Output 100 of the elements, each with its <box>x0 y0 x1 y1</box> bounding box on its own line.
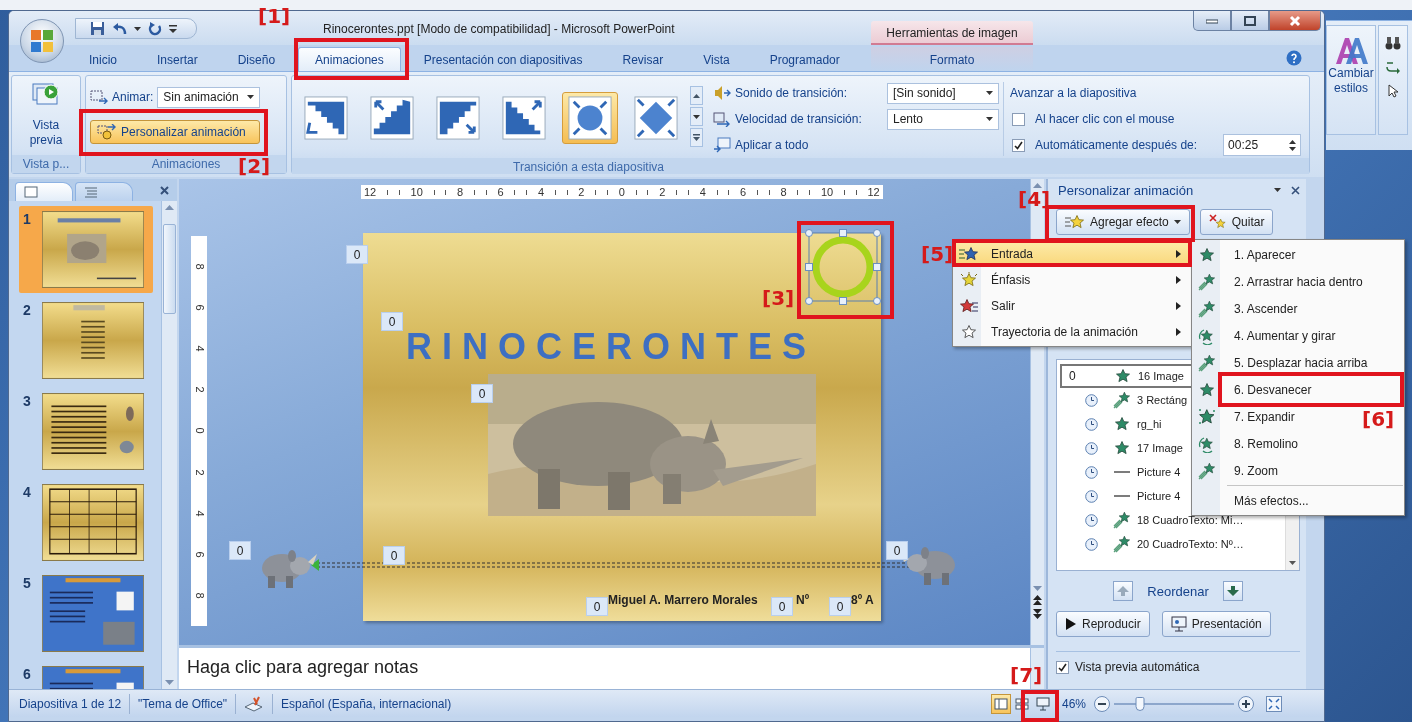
undo-icon[interactable] <box>112 21 127 36</box>
submenu-arrow-icon <box>1176 250 1181 258</box>
close-icon[interactable] <box>1291 185 1300 195</box>
annotation-label: [1] <box>258 5 291 27</box>
ribbon-tab[interactable]: Programador <box>752 47 857 71</box>
office-button[interactable] <box>20 19 64 63</box>
slide-thumbnail[interactable] <box>42 484 144 561</box>
ribbon-tab[interactable]: Inicio <box>72 47 134 71</box>
ribbon-tab[interactable]: Revisar <box>605 47 681 71</box>
group-label: Transición a esta diapositiva <box>292 158 1309 174</box>
remove-button[interactable]: Quitar <box>1199 209 1274 235</box>
annotation-label: [4] <box>1018 188 1051 210</box>
menu-item[interactable]: 9. Zoom <box>1225 458 1285 483</box>
scroll-up-arrow-icon[interactable] <box>1033 183 1042 188</box>
transition-option[interactable] <box>562 92 618 144</box>
ribbon-tab[interactable]: Animaciones <box>298 47 401 71</box>
spelling-icon[interactable] <box>244 695 265 712</box>
submenu-arrow-icon <box>1176 328 1181 336</box>
slide-number: 5 <box>23 575 32 591</box>
remove-effect-icon <box>1208 214 1227 230</box>
add-effect-button[interactable]: Agregar efecto <box>1056 209 1190 235</box>
menu-item[interactable]: Trayectoria de la animación <box>954 319 1190 345</box>
annotation-label: [3] <box>762 287 795 309</box>
slide-thumbnail[interactable] <box>42 575 144 652</box>
time-spinner[interactable]: 00:25 <box>1223 134 1302 156</box>
ring-shape[interactable] <box>805 229 881 305</box>
ribbon-tab[interactable]: Diseño <box>220 47 293 71</box>
submenu-arrow-icon <box>1176 302 1181 310</box>
animation-order-tag: 0 <box>381 312 403 331</box>
menu-item[interactable]: 2. Arrastrar hacia dentro <box>1225 269 1370 294</box>
previous-slide-icon[interactable] <box>1033 595 1042 605</box>
slide-thumbnail[interactable] <box>42 302 144 379</box>
highlight-box <box>1021 690 1059 722</box>
slide-icon <box>24 186 38 198</box>
menu-item[interactable]: 4. Aumentar y girar <box>1225 323 1343 348</box>
zoom-slider[interactable] <box>1114 696 1234 711</box>
save-icon[interactable] <box>90 21 105 36</box>
close-icon[interactable] <box>160 186 169 195</box>
slide-thumbnail[interactable] <box>42 211 144 288</box>
preview-button[interactable]: Vista previa <box>16 76 76 155</box>
play-button[interactable]: Reproducir <box>1056 611 1150 637</box>
scroll-down-button[interactable] <box>690 107 703 126</box>
ribbon-tab[interactable]: Vista <box>686 47 747 71</box>
ruler-number: 8 <box>193 263 205 270</box>
slide-number: 3 <box>23 393 32 409</box>
burst-star-icon <box>1198 407 1216 426</box>
zoom-slider-thumb[interactable] <box>1135 696 1145 711</box>
help-icon[interactable] <box>1286 50 1302 66</box>
effect-item[interactable]: 20 CuadroTexto: Nº… <box>1060 532 1286 556</box>
redo-icon[interactable] <box>148 21 162 36</box>
sound-dropdown[interactable]: [Sin sonido] <box>887 82 999 104</box>
menu-item[interactable]: Salir <box>954 293 1190 319</box>
check-icon <box>1057 661 1068 673</box>
styles-icon <box>1334 36 1368 66</box>
menu-item[interactable]: Énfasis <box>954 267 1190 293</box>
author-text: Miguel A. Marrero Morales <box>608 593 758 607</box>
menu-item[interactable]: 7. Expandir <box>1225 404 1302 429</box>
zoom-in-button[interactable] <box>1238 695 1254 712</box>
normal-view-button[interactable] <box>990 693 1011 714</box>
checkbox[interactable] <box>1056 660 1069 674</box>
caret-icon <box>1173 220 1181 224</box>
maximize-icon <box>1244 15 1256 26</box>
order-number: 0 <box>1069 369 1076 383</box>
move-down-button[interactable] <box>1222 581 1243 601</box>
menu-item[interactable]: 1. Aparecer <box>1225 242 1303 267</box>
custom-animation-button[interactable]: Personalizar animación <box>90 120 260 144</box>
shooting-star-icon <box>1113 391 1131 409</box>
checkbox[interactable] <box>1012 112 1025 126</box>
customize-caret-icon[interactable] <box>169 23 177 34</box>
maximize-button[interactable] <box>1231 11 1269 31</box>
scroll-up-button[interactable] <box>690 86 703 105</box>
scrollbar-thumb[interactable] <box>163 224 176 314</box>
line-icon <box>1113 493 1131 499</box>
apply-all-button[interactable]: Aplicar a todo <box>713 134 999 156</box>
annotation-label: [5] <box>921 243 954 265</box>
next-slide-icon[interactable] <box>1033 609 1042 619</box>
plus-icon <box>1242 699 1250 708</box>
speed-dropdown[interactable]: Lento <box>887 108 999 130</box>
checkbox[interactable] <box>1012 138 1025 152</box>
zoom-level[interactable]: 46% <box>1061 696 1086 711</box>
minus-icon <box>1098 702 1106 705</box>
animate-dropdown[interactable]: Sin animación <box>157 86 260 108</box>
close-button[interactable] <box>1269 11 1321 31</box>
ruler-number: 4 <box>699 186 706 198</box>
ruler-number: 0 <box>618 186 625 198</box>
language[interactable]: Español (España, internacional) <box>281 696 452 711</box>
slideshow-button[interactable]: Presentación <box>1161 611 1271 637</box>
ribbon-tab[interactable]: Presentación con diapositivas <box>406 47 600 71</box>
scroll-down-arrow-icon[interactable] <box>1289 561 1296 565</box>
animate-label: Animar: <box>112 90 154 104</box>
zoom-out-button[interactable] <box>1094 695 1110 712</box>
slide-thumbnail[interactable] <box>42 393 144 470</box>
ribbon-tab[interactable]: Insertar <box>140 47 215 71</box>
scroll-up-arrow-icon[interactable] <box>165 205 174 210</box>
notes-placeholder[interactable]: Haga clic para agregar notas <box>187 657 419 689</box>
menu-item[interactable]: 3. Ascender <box>1225 296 1305 321</box>
menu-item[interactable]: 8. Remolino <box>1225 431 1306 456</box>
ruler-number: 8 <box>457 186 464 198</box>
fit-to-window-icon[interactable] <box>1266 695 1282 712</box>
more-button[interactable] <box>690 128 703 147</box>
